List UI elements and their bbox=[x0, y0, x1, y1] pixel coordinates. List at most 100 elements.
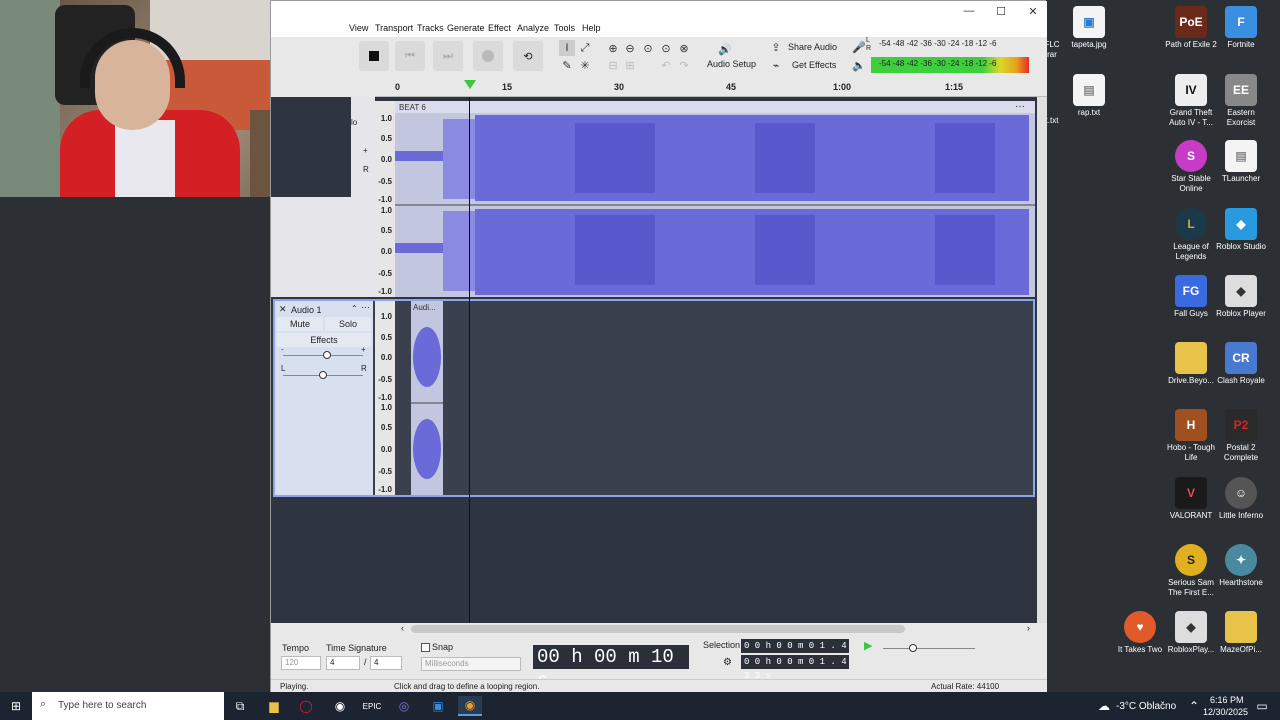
loop-button[interactable]: ⟲ bbox=[513, 41, 543, 71]
close-button[interactable]: ✕ bbox=[1017, 1, 1049, 21]
notifications-icon[interactable]: ▭ bbox=[1250, 696, 1274, 716]
scroll-left-icon[interactable]: ‹ bbox=[401, 623, 404, 633]
file-explorer-icon[interactable]: ▆ bbox=[262, 696, 286, 716]
steam-icon[interactable]: ◉ bbox=[328, 696, 352, 716]
desktop-icon-serious-sam[interactable]: S Serious Sam The First E... bbox=[1163, 544, 1219, 598]
desktop-icon-rap-txt[interactable]: ▤ rap.txt bbox=[1061, 74, 1117, 118]
playback-speed-slider[interactable] bbox=[883, 648, 975, 649]
weather-text[interactable]: -3°C Oblačno bbox=[1116, 701, 1176, 712]
close-track-icon[interactable]: ✕ bbox=[279, 304, 287, 315]
desktop-icon-star-stable[interactable]: S Star Stable Online bbox=[1163, 140, 1219, 194]
zoom-fit-icon[interactable]: ⊙ bbox=[658, 40, 674, 56]
playback-speed-thumb[interactable] bbox=[909, 644, 917, 652]
track-name-audio1[interactable]: Audio 1 bbox=[291, 305, 322, 315]
desktop-icon-mazeofpi[interactable]: MazeOfPi... bbox=[1213, 611, 1269, 655]
terminal-icon[interactable]: ▣ bbox=[426, 696, 450, 716]
pan-slider-thumb[interactable] bbox=[319, 371, 327, 379]
vertical-scale-audio1[interactable]: 1.0 0.5 0.0 -0.5 -1.0 1.0 0.5 0.0 -0.5 -… bbox=[375, 301, 395, 495]
start-button[interactable]: ⊞ bbox=[4, 696, 28, 716]
menu-transport[interactable]: Transport bbox=[375, 23, 413, 33]
maximize-button[interactable]: ☐ bbox=[985, 1, 1017, 21]
solo-button[interactable]: Solo bbox=[325, 317, 371, 331]
zoom-out-icon[interactable]: ⊖ bbox=[622, 40, 638, 56]
desktop-icon-hearthstone[interactable]: ✦ Hearthstone bbox=[1213, 544, 1269, 588]
tempo-input[interactable]: 120 bbox=[281, 656, 321, 670]
skip-end-button[interactable]: ⏭ bbox=[433, 41, 463, 71]
desktop-icon-gta-iv[interactable]: IV Grand Theft Auto IV - T... bbox=[1163, 74, 1219, 128]
envelope-tool[interactable]: ⤢ bbox=[577, 40, 593, 56]
snap-unit-select[interactable]: Milliseconds bbox=[421, 657, 521, 671]
selection-start[interactable]: 0 0 h 0 0 m 0 1 . 4 3 3 s bbox=[741, 639, 849, 665]
desktop-icon-path-of-exile[interactable]: PoE Path of Exile 2 bbox=[1163, 6, 1219, 50]
scroll-right-icon[interactable]: › bbox=[1027, 623, 1030, 633]
get-effects-button[interactable]: Get Effects bbox=[792, 60, 836, 70]
desktop-icon-fortnite[interactable]: F Fortnite bbox=[1213, 6, 1269, 50]
desktop-icon-valorant[interactable]: V VALORANT bbox=[1163, 477, 1219, 521]
record-meter[interactable]: -54 -48 -42 -36 -30 -24 -18 -12 -6 bbox=[879, 39, 996, 53]
track-menu-icon[interactable]: ··· bbox=[361, 302, 370, 312]
vertical-scrollbar[interactable] bbox=[1037, 97, 1047, 623]
menu-generate[interactable]: Generate bbox=[447, 23, 485, 33]
multi-tool[interactable]: ✳ bbox=[577, 57, 593, 73]
desktop-icon-clash-royale[interactable]: CR Clash Royale bbox=[1213, 342, 1269, 386]
undo-icon[interactable]: ↶ bbox=[658, 57, 674, 73]
desktop-icon-roblox-player[interactable]: ◆ Roblox Player bbox=[1213, 275, 1269, 319]
playhead-marker-icon[interactable] bbox=[464, 80, 476, 89]
desktop-icon-roblox-studio[interactable]: ◆ Roblox Studio bbox=[1213, 208, 1269, 252]
clock-time[interactable]: 6:16 PM bbox=[1210, 695, 1244, 705]
silence-icon[interactable]: ⊞ bbox=[622, 57, 638, 73]
track-control-audio1[interactable]: ✕ Audio 1 ⌃ ··· Mute Solo Effects - + L … bbox=[275, 301, 373, 495]
desktop-icon-it-takes-two[interactable]: ♥ It Takes Two bbox=[1112, 611, 1168, 655]
desktop-icon-hobo[interactable]: H Hobo - Tough Life bbox=[1163, 409, 1219, 463]
collapse-track-icon[interactable]: ⌃ bbox=[351, 304, 358, 313]
desktop-icon-league[interactable]: L League of Legends bbox=[1163, 208, 1219, 262]
record-button[interactable] bbox=[473, 41, 503, 71]
desktop-icon-tapeta[interactable]: ▣ tapeta.jpg bbox=[1061, 6, 1117, 50]
desktop-icon-fall-guys[interactable]: FG Fall Guys bbox=[1163, 275, 1219, 319]
track-audio1[interactable]: ✕ Audio 1 ⌃ ··· Mute Solo Effects - + L … bbox=[273, 299, 1035, 497]
menu-effect[interactable]: Effect bbox=[488, 23, 511, 33]
horizontal-scrollbar-thumb[interactable] bbox=[411, 625, 905, 633]
desktop-icon-eastern-exorcist[interactable]: EE Eastern Exorcist bbox=[1213, 74, 1269, 128]
time-sig-numerator[interactable]: 4 bbox=[326, 656, 360, 670]
track-control-beat6[interactable] bbox=[271, 197, 375, 297]
menu-help[interactable]: Help bbox=[582, 23, 601, 33]
skip-start-button[interactable]: ⏮ bbox=[395, 41, 425, 71]
desktop-icon-little-inferno[interactable]: ☺ Little Inferno bbox=[1213, 477, 1269, 521]
menu-analyze[interactable]: Analyze bbox=[517, 23, 549, 33]
time-display[interactable]: 00 h 00 m 10 s bbox=[533, 645, 689, 692]
time-sig-denominator[interactable]: 4 bbox=[370, 656, 402, 670]
clip-audio1[interactable]: Audi... bbox=[411, 301, 443, 495]
redo-icon[interactable]: ↷ bbox=[676, 57, 692, 73]
vertical-scale-beat6[interactable]: 1.0 0.5 0.0 -0.5 -1.0 1.0 0.5 0.0 -0.5 -… bbox=[375, 101, 395, 297]
audio-setup-button[interactable]: Audio Setup bbox=[707, 59, 756, 69]
clip-beat6[interactable]: BEAT 6 ··· bbox=[395, 101, 1035, 297]
track-area[interactable]: lo + R 1.0 0.5 0.0 -0.5 -1.0 1.0 0.5 0.0… bbox=[271, 97, 1037, 623]
selection-tool[interactable]: I bbox=[559, 40, 575, 56]
task-view-icon[interactable]: ⧉ bbox=[228, 696, 252, 716]
menu-view[interactable]: View bbox=[349, 23, 368, 33]
search-box[interactable]: ⌕ Type here to search bbox=[32, 692, 224, 720]
effects-button[interactable]: Effects bbox=[277, 333, 371, 347]
gain-slider-thumb[interactable] bbox=[323, 351, 331, 359]
trim-icon[interactable]: ⊟ bbox=[605, 57, 621, 73]
menu-tools[interactable]: Tools bbox=[554, 23, 575, 33]
desktop-icon-drive-beyond[interactable]: Drive.Beyo... bbox=[1163, 342, 1219, 386]
gear-icon[interactable]: ⚙ bbox=[723, 657, 732, 668]
mute-button[interactable]: Mute bbox=[277, 317, 323, 331]
app-icon[interactable]: ◎ bbox=[392, 696, 416, 716]
timeline-ruler[interactable]: 0 15 30 45 1:00 1:15 bbox=[375, 79, 1047, 97]
minimize-button[interactable]: — bbox=[953, 1, 985, 21]
draw-tool[interactable]: ✎ bbox=[559, 57, 575, 73]
share-audio-button[interactable]: Share Audio bbox=[788, 42, 837, 52]
stop-button[interactable] bbox=[359, 41, 389, 71]
desktop-icon-tlauncher[interactable]: ▤ TLauncher bbox=[1213, 140, 1269, 184]
audacity-taskbar-icon[interactable]: ◉ bbox=[458, 696, 482, 716]
clip-menu-icon[interactable]: ··· bbox=[1015, 101, 1025, 112]
zoom-selection-icon[interactable]: ⊙ bbox=[640, 40, 656, 56]
zoom-in-icon[interactable]: ⊕ bbox=[605, 40, 621, 56]
menu-tracks[interactable]: Tracks bbox=[417, 23, 444, 33]
opera-icon[interactable]: ◯ bbox=[294, 696, 318, 716]
horizontal-scrollbar[interactable]: ‹ › bbox=[271, 623, 1047, 635]
play-at-speed-icon[interactable]: ▶ bbox=[864, 639, 872, 652]
